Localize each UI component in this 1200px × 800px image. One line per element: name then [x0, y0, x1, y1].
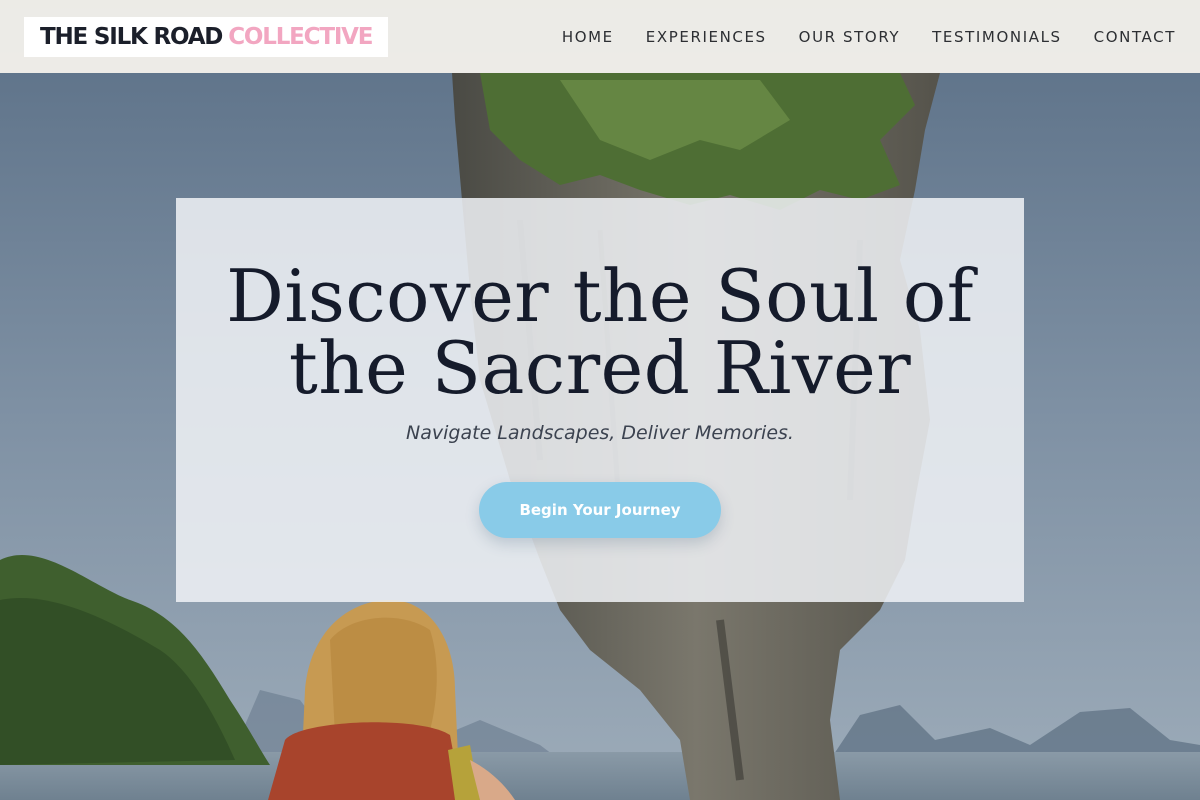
nav-link-experiences[interactable]: EXPERIENCES — [646, 28, 767, 46]
begin-journey-button[interactable]: Begin Your Journey — [479, 482, 721, 538]
brand-name-main: THE SILK ROAD — [40, 23, 223, 50]
brand-name-accent: COLLECTIVE — [228, 23, 373, 50]
nav-link-home[interactable]: HOME — [562, 28, 614, 46]
nav-link-testimonials[interactable]: TESTIMONIALS — [932, 28, 1061, 46]
hero-subtitle: Navigate Landscapes, Deliver Memories. — [406, 422, 794, 444]
main-navigation: HOME EXPERIENCES OUR STORY TESTIMONIALS … — [562, 28, 1176, 46]
site-header: THE SILK ROAD COLLECTIVE HOME EXPERIENCE… — [0, 0, 1200, 73]
brand-logo[interactable]: THE SILK ROAD COLLECTIVE — [24, 16, 389, 57]
hero-title-line-2: the Sacred River — [288, 326, 912, 410]
nav-link-our-story[interactable]: OUR STORY — [799, 28, 901, 46]
hero-card: Discover the Soul of the Sacred River Na… — [176, 198, 1024, 602]
hero-title: Discover the Soul of the Sacred River — [176, 260, 1024, 404]
nav-link-contact[interactable]: CONTACT — [1094, 28, 1176, 46]
